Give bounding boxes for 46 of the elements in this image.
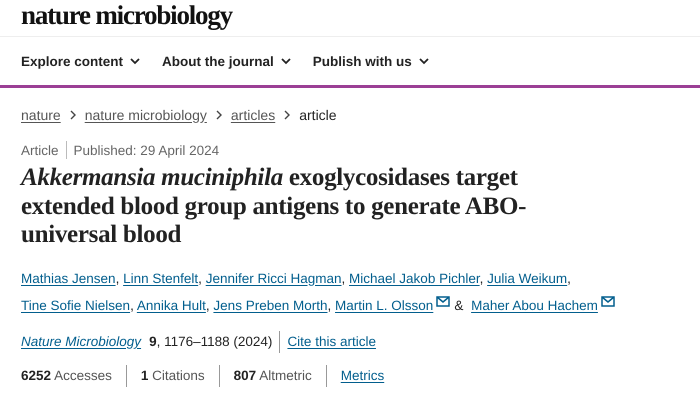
breadcrumb-link[interactable]: nature microbiology	[84, 106, 207, 122]
breadcrumb-link[interactable]: nature	[21, 106, 61, 122]
journal-link[interactable]: Nature Microbiology	[21, 334, 142, 349]
caret-icon	[280, 58, 291, 64]
author-separator: ,	[130, 298, 134, 312]
chevron-icon	[284, 110, 290, 120]
metrics-link[interactable]: Metrics	[340, 368, 384, 383]
author-separator: ,	[198, 270, 202, 286]
journal-logo[interactable]: nature microbiology	[21, 0, 232, 30]
article-title: Akkermansia muciniphila exoglycosidases target extended blood group antigens to generate ABO-universal blood	[21, 164, 528, 250]
author-separator: ,	[480, 270, 484, 286]
breadcrumb-current: article	[299, 106, 337, 122]
cite-link[interactable]: Cite this article	[287, 334, 376, 349]
chevron-icon	[70, 110, 76, 120]
metric-stat: 6252 Accesses	[21, 368, 112, 383]
caret-icon	[418, 58, 429, 64]
author-link[interactable]: Tine Sofie Nielsen	[21, 298, 130, 312]
metric-stat: 1 Citations	[140, 368, 205, 383]
author-separator: &	[454, 298, 464, 312]
breadcrumb-link[interactable]: articles	[230, 106, 276, 122]
author-link[interactable]: Jens Preben Morth	[213, 298, 328, 312]
page-range: , 1176–1188 (2024)	[156, 334, 272, 349]
author-link[interactable]: Mathias Jensen	[21, 270, 116, 286]
metric-stat: 807 Altmetric	[234, 368, 312, 383]
publish-date: Published: 29 April 2024	[74, 142, 220, 158]
author-link[interactable]: Annika Hult	[136, 298, 206, 312]
author-separator: ,	[327, 298, 332, 312]
author-separator: ,	[206, 298, 210, 312]
author-link[interactable]: Julia Weikum	[487, 270, 568, 286]
chevron-icon	[216, 110, 222, 120]
author-link[interactable]: Maher Abou Hachem	[471, 298, 615, 312]
email-icon[interactable]	[436, 296, 450, 306]
caret-icon	[130, 58, 140, 64]
author-link[interactable]: Jennifer Ricci Hagman	[206, 270, 342, 286]
author-link[interactable]: Martin L. Olsson	[335, 298, 450, 312]
nav-menu[interactable]: Explore content	[21, 54, 140, 68]
nav-menu[interactable]: About the journal	[162, 54, 291, 68]
author-link[interactable]: Michael Jakob Pichler	[349, 270, 480, 286]
author-separator: ,	[342, 270, 346, 286]
email-icon[interactable]	[600, 296, 615, 306]
volume-number: 9	[149, 334, 157, 349]
author-link[interactable]: Linn Stenfelt	[123, 270, 198, 286]
author-separator: ,	[116, 270, 120, 286]
author-separator: ,	[567, 270, 571, 286]
article-type: Article	[21, 142, 59, 158]
nav-menu[interactable]: Publish with us	[312, 54, 429, 68]
